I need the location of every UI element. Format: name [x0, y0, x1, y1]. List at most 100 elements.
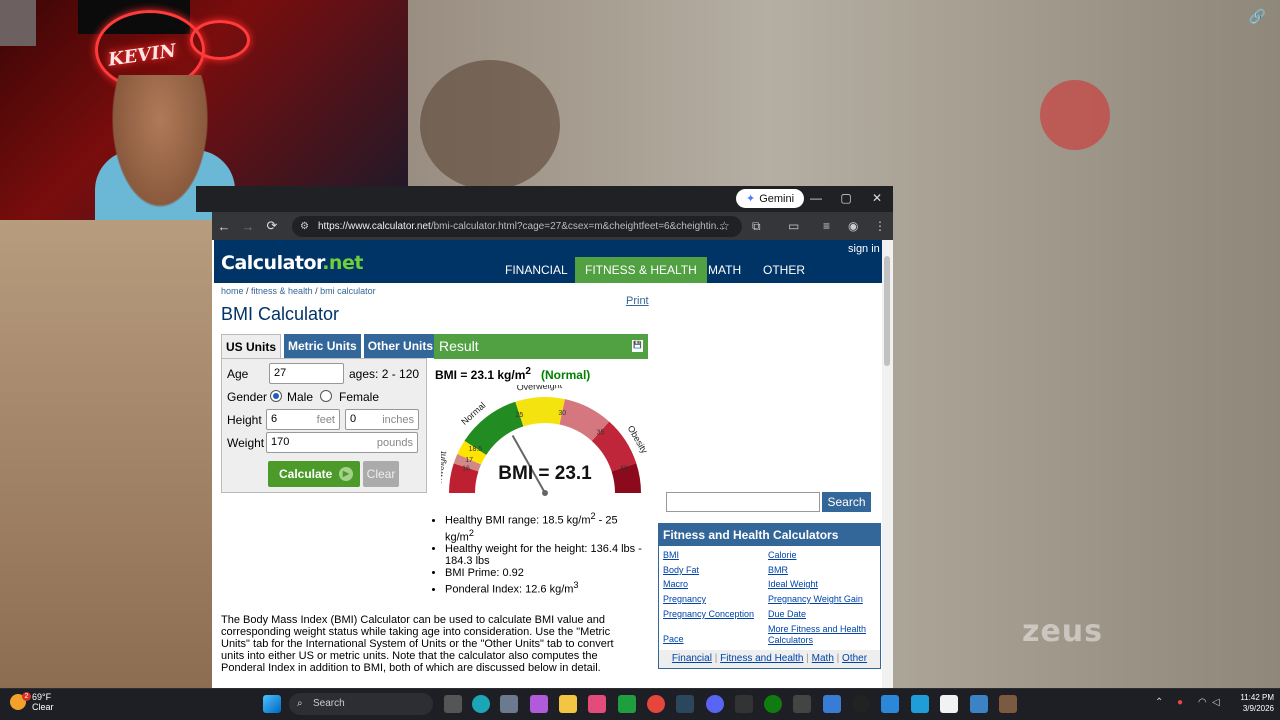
height-inches-input[interactable]: 0 inches — [345, 409, 419, 430]
bookmark-star-icon[interactable]: ☆ — [719, 219, 730, 233]
link-pregnancy-conception[interactable]: Pregnancy Conception — [663, 609, 754, 619]
windows-start-icon[interactable] — [263, 695, 281, 713]
taskbar-clock[interactable]: 11:42 PM 3/9/2026 — [1230, 692, 1274, 714]
link-more-fitness[interactable]: More Fitness and Health Calculators — [768, 624, 878, 646]
reload-icon[interactable]: ⟳ — [260, 218, 284, 234]
height-feet-input[interactable]: 6 feet — [266, 409, 340, 430]
app-f-icon[interactable] — [911, 695, 929, 713]
minimize-button[interactable]: — — [806, 190, 826, 206]
footer-math[interactable]: Math — [812, 653, 834, 664]
link-icon[interactable]: 🔗 — [1249, 8, 1266, 25]
menu-kebab-icon[interactable]: ⋮ — [874, 219, 886, 233]
tray-volume-icon[interactable]: ◁ — [1212, 697, 1220, 708]
app-green-icon[interactable] — [618, 695, 636, 713]
tab-other-units[interactable]: Other Units — [363, 334, 438, 358]
settings-icon[interactable] — [500, 695, 518, 713]
profile-icon[interactable]: ◉ — [848, 219, 858, 233]
menu-other[interactable]: OTHER — [753, 257, 815, 283]
chrome-icon[interactable] — [647, 695, 665, 713]
tab-metric-units[interactable]: Metric Units — [284, 334, 361, 358]
tray-wifi-icon[interactable]: ◠ — [1198, 697, 1207, 708]
bmi-result-sup: 2 — [525, 366, 531, 377]
scrollbar-thumb[interactable] — [884, 256, 890, 366]
cast-icon[interactable]: ▭ — [788, 219, 799, 233]
link-body-fat[interactable]: Body Fat — [663, 565, 699, 575]
sign-in-link[interactable]: sign in — [848, 243, 880, 255]
notepad-icon[interactable] — [940, 695, 958, 713]
app-g-icon[interactable] — [735, 695, 753, 713]
file-explorer-icon[interactable] — [559, 695, 577, 713]
app-blue-icon[interactable] — [881, 695, 899, 713]
discord-icon[interactable] — [706, 695, 724, 713]
calculate-button[interactable]: Calculate ▶ — [268, 461, 360, 487]
link-pregnancy[interactable]: Pregnancy — [663, 594, 706, 604]
extensions-icon[interactable]: ⧉ — [752, 219, 761, 234]
female-radio[interactable] — [320, 390, 332, 402]
weather-widget[interactable]: 69°F Clear — [10, 692, 54, 712]
inches-unit: inches — [382, 414, 414, 426]
site-search-button[interactable]: Search — [822, 492, 871, 512]
print-link[interactable]: Print — [626, 295, 649, 307]
menu-financial[interactable]: FINANCIAL — [495, 257, 578, 283]
maximize-button[interactable]: ▢ — [836, 190, 856, 206]
link-pregnancy-weight-gain[interactable]: Pregnancy Weight Gain — [768, 594, 863, 604]
address-bar[interactable]: ⚙ https://www.calculator.net/bmi-calculat… — [292, 216, 742, 237]
copilot-icon[interactable] — [530, 695, 548, 713]
logo-suffix: .net — [322, 252, 363, 274]
footer-other[interactable]: Other — [842, 653, 867, 664]
gauge-tick-4: 30 — [558, 410, 566, 417]
music-icon[interactable] — [588, 695, 606, 713]
menu-fitness-health[interactable]: FITNESS & HEALTH — [575, 257, 707, 283]
tray-chevron-icon[interactable]: ⌃ — [1155, 697, 1163, 708]
taskbar-search-placeholder: Search — [313, 698, 345, 709]
xbox-icon[interactable] — [764, 695, 782, 713]
male-radio[interactable] — [270, 390, 282, 402]
taskbar-search[interactable]: ⌕ Search — [289, 693, 433, 715]
site-search-input[interactable] — [666, 492, 820, 512]
close-button[interactable]: ✕ — [867, 190, 887, 206]
menu-math[interactable]: MATH — [698, 257, 751, 283]
site-info-icon[interactable]: ⚙ — [300, 216, 309, 237]
female-label[interactable]: Female — [339, 390, 379, 404]
steam-icon[interactable] — [676, 695, 694, 713]
calculate-label: Calculate — [279, 467, 333, 481]
weight-input[interactable]: 170 pounds — [266, 432, 418, 453]
breadcrumb-fitness[interactable]: fitness & health — [251, 286, 313, 296]
link-pace[interactable]: Pace — [663, 634, 684, 644]
link-bmr[interactable]: BMR — [768, 565, 788, 575]
link-due-date[interactable]: Due Date — [768, 609, 806, 619]
bmi-gauge: 161718.525 303540UnderweightNormalOverwei… — [441, 385, 649, 500]
forward-icon[interactable]: → — [236, 219, 260, 234]
breadcrumb-home[interactable]: home — [221, 286, 244, 296]
task-view-icon[interactable] — [444, 695, 462, 713]
gemini-button[interactable]: ✦ Gemini — [736, 189, 805, 208]
gauge-tick-6: 40 — [620, 465, 628, 472]
link-ideal-weight[interactable]: Ideal Weight — [768, 579, 818, 589]
link-macro[interactable]: Macro — [663, 579, 688, 589]
app-screen-icon[interactable] — [970, 695, 988, 713]
save-icon[interactable]: 💾 — [632, 340, 643, 352]
back-icon[interactable]: ← — [212, 219, 236, 234]
clear-button[interactable]: Clear — [363, 461, 399, 487]
clock-time: 11:42 PM — [1240, 693, 1274, 702]
photos-icon[interactable] — [823, 695, 841, 713]
reading-list-icon[interactable]: ≡ — [823, 219, 830, 233]
age-input[interactable]: 27 — [269, 363, 344, 384]
footer-financial[interactable]: Financial — [672, 653, 712, 664]
edge-icon[interactable] — [472, 695, 490, 713]
link-calorie[interactable]: Calorie — [768, 550, 797, 560]
app-circle-icon[interactable] — [852, 695, 870, 713]
bmi-prime: BMI Prime: 0.92 — [445, 567, 647, 579]
breadcrumb-bmi[interactable]: bmi calculator — [320, 286, 376, 296]
breadcrumb: home / fitness & health / bmi calculator — [221, 286, 376, 296]
height-feet-value: 6 — [271, 413, 278, 425]
tab-us-units[interactable]: US Units — [221, 334, 282, 358]
footer-fitness[interactable]: Fitness and Health — [720, 653, 803, 664]
link-bmi[interactable]: BMI — [663, 550, 679, 560]
tray-mic-icon[interactable]: ● — [1177, 697, 1183, 708]
gauge-tick-3: 25 — [515, 412, 523, 419]
site-logo[interactable]: Calculator.net — [221, 252, 363, 274]
app-gear-icon[interactable] — [793, 695, 811, 713]
app-image-icon[interactable] — [999, 695, 1017, 713]
male-label[interactable]: Male — [287, 390, 313, 404]
